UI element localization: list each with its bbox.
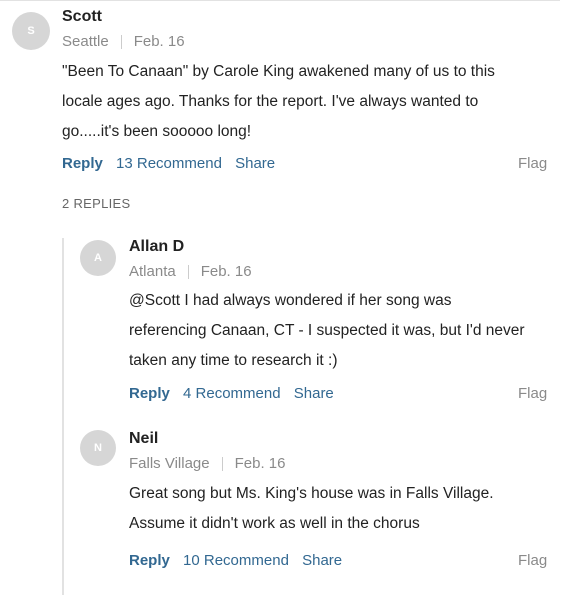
comment-body-line: Great song but Ms. King's house was in F… xyxy=(129,485,494,502)
top-divider xyxy=(0,0,560,1)
meta-separator xyxy=(221,456,223,471)
comment-body-line: "Been To Canaan" by Carole King awakened… xyxy=(62,63,495,80)
comment-date: Feb. 16 xyxy=(133,33,185,50)
commenter-name: Neil xyxy=(129,430,159,447)
share-button[interactable]: Share xyxy=(235,155,275,172)
comment-body-line: @Scott I had always wondered if her song… xyxy=(129,292,452,309)
recommend-button[interactable]: 10 Recommend xyxy=(183,552,289,569)
thread-line xyxy=(62,238,64,595)
recommend-button[interactable]: 13 Recommend xyxy=(116,155,222,172)
comment-date: Feb. 16 xyxy=(200,263,252,280)
share-button[interactable]: Share xyxy=(302,552,342,569)
avatar: N xyxy=(80,430,116,466)
comment-actions: Reply 4 Recommend Share xyxy=(129,385,334,402)
commenter-location: Falls Village xyxy=(129,455,210,472)
meta-separator xyxy=(187,264,189,279)
comment-actions: Reply 13 Recommend Share xyxy=(62,155,275,172)
meta-separator xyxy=(120,34,122,49)
comment-date: Feb. 16 xyxy=(234,455,286,472)
reply-button[interactable]: Reply xyxy=(129,552,170,569)
commenter-location: Seattle xyxy=(62,33,109,50)
comment-body-line: referencing Canaan, CT - I suspected it … xyxy=(129,322,525,339)
comment-body-line: locale ages ago. Thanks for the report. … xyxy=(62,93,479,110)
flag-button[interactable]: Flag xyxy=(518,385,547,402)
comment-body: Great song but Ms. King's house was in F… xyxy=(129,479,494,539)
comment-meta: Atlanta Feb. 16 xyxy=(129,263,252,280)
comment-body-line: go.....it's been sooooo long! xyxy=(62,123,252,140)
flag-button[interactable]: Flag xyxy=(518,552,547,569)
comment-body-line: taken any time to research it :) xyxy=(129,352,338,369)
replies-count[interactable]: 2 REPLIES xyxy=(62,196,130,211)
flag-button[interactable]: Flag xyxy=(518,155,547,172)
recommend-button[interactable]: 4 Recommend xyxy=(183,385,281,402)
commenter-name: Scott xyxy=(62,8,102,25)
comment-meta: Falls Village Feb. 16 xyxy=(129,455,285,472)
comment-meta: Seattle Feb. 16 xyxy=(62,33,185,50)
comment-body-line: Assume it didn't work as well in the cho… xyxy=(129,515,420,532)
comment-body: "Been To Canaan" by Carole King awakened… xyxy=(62,57,495,147)
commenter-location: Atlanta xyxy=(129,263,176,280)
avatar: S xyxy=(12,12,50,50)
reply-button[interactable]: Reply xyxy=(62,155,103,172)
comment-actions: Reply 10 Recommend Share xyxy=(129,552,342,569)
comment-body: @Scott I had always wondered if her song… xyxy=(129,286,525,376)
share-button[interactable]: Share xyxy=(294,385,334,402)
commenter-name: Allan D xyxy=(129,238,185,255)
avatar: A xyxy=(80,240,116,276)
reply-button[interactable]: Reply xyxy=(129,385,170,402)
